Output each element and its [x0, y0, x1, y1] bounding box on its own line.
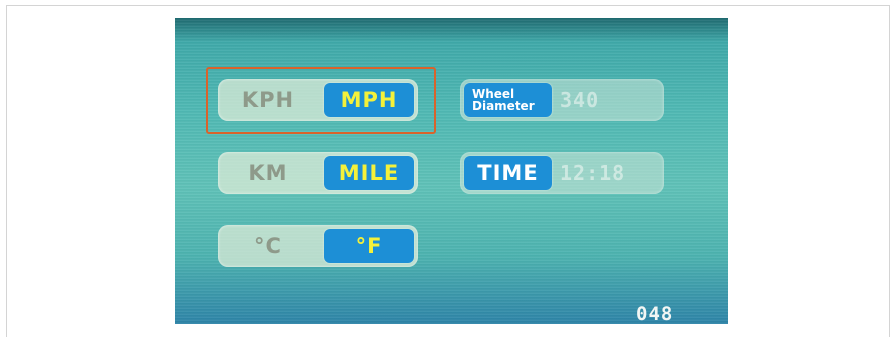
page-number-readout: 048 — [636, 303, 674, 325]
speed-unit-toggle[interactable]: KPH MPH — [218, 79, 418, 121]
temperature-unit-celsius-option[interactable]: °C — [218, 225, 318, 267]
temperature-unit-toggle[interactable]: °C °F — [218, 225, 418, 267]
wheel-diameter-label-line2: Diameter — [472, 99, 535, 113]
time-label: TIME — [464, 156, 552, 190]
distance-unit-toggle[interactable]: KM MILE — [218, 152, 418, 194]
wheel-diameter-label: Wheel Diameter — [464, 83, 552, 117]
display-top-shadow — [175, 18, 728, 42]
distance-unit-km-option[interactable]: KM — [218, 152, 318, 194]
wheel-diameter-value[interactable]: 340 — [560, 79, 660, 121]
temperature-unit-fahrenheit-option[interactable]: °F — [324, 229, 414, 263]
speed-unit-mph-option[interactable]: MPH — [324, 83, 414, 117]
speed-unit-kph-option[interactable]: KPH — [218, 79, 318, 121]
wheel-diameter-field[interactable]: Wheel Diameter 340 — [460, 79, 664, 121]
time-field[interactable]: TIME 12:18 — [460, 152, 664, 194]
distance-unit-mile-option[interactable]: MILE — [324, 156, 414, 190]
time-value[interactable]: 12:18 — [560, 152, 660, 194]
